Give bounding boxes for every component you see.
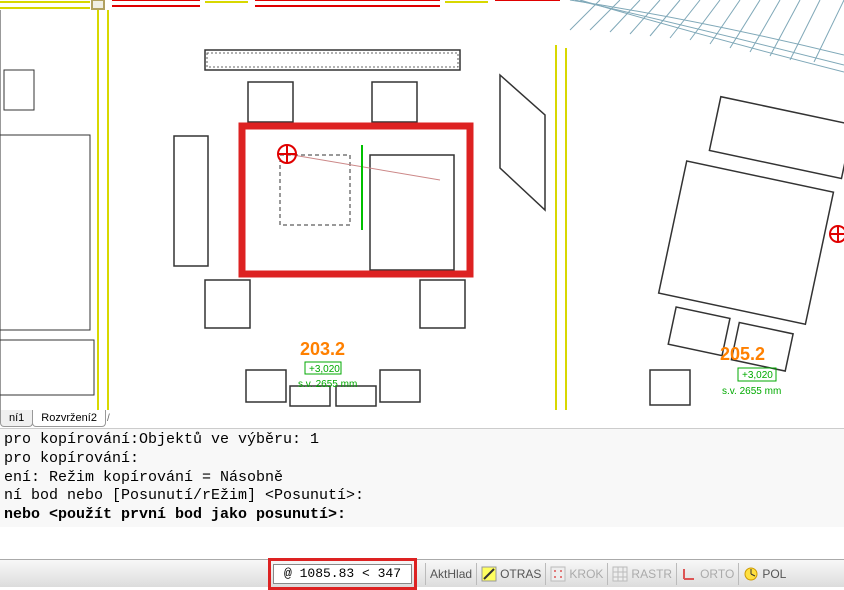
status-label: RASTR bbox=[631, 567, 672, 581]
command-line: pro kopírování:Objektů ve výběru: 1 bbox=[4, 431, 840, 450]
status-krok[interactable]: KROK bbox=[545, 563, 607, 585]
grid-icon bbox=[612, 566, 628, 582]
status-label: ORTO bbox=[700, 567, 734, 581]
selection-highlight bbox=[242, 126, 470, 274]
room-label-205: 205.2 bbox=[720, 344, 765, 364]
ortho-icon bbox=[681, 566, 697, 582]
status-label: POL bbox=[762, 567, 786, 581]
status-rastr[interactable]: RASTR bbox=[607, 563, 676, 585]
drawing-canvas[interactable]: 203.2 +3,020 s.v. 2655 mm 205.2 +3,020 s… bbox=[0, 0, 844, 410]
room-label-203: 203.2 bbox=[300, 339, 345, 359]
status-orto[interactable]: ORTO bbox=[676, 563, 738, 585]
polar-icon bbox=[743, 566, 759, 582]
command-history: pro kopírování:Objektů ve výběru: 1 pro … bbox=[0, 428, 844, 527]
grid-dots-icon bbox=[550, 566, 566, 582]
layout-tabs: ní1 Rozvržení2 / bbox=[0, 408, 110, 428]
coord-input[interactable]: @ 1085.83 < 347 bbox=[273, 564, 412, 584]
status-akthlad[interactable]: AktHlad bbox=[425, 563, 476, 585]
room-dim-bottom-205: s.v. 2655 mm bbox=[722, 386, 781, 397]
command-prompt[interactable]: nebo <použít první bod jako posunutí>: bbox=[4, 506, 840, 525]
status-bar: @ 1085.83 < 347 AktHlad OTRAS KROK RASTR… bbox=[0, 559, 844, 587]
room-dim-top-203: +3,020 bbox=[309, 364, 340, 375]
pencil-icon bbox=[481, 566, 497, 582]
command-line: ení: Režim kopírování = Násobně bbox=[4, 469, 840, 488]
coord-input-highlight: @ 1085.83 < 347 bbox=[268, 558, 417, 590]
status-otras[interactable]: OTRAS bbox=[476, 563, 545, 585]
tab-layout1[interactable]: ní1 bbox=[0, 410, 33, 427]
status-label: OTRAS bbox=[500, 567, 541, 581]
command-line: pro kopírování: bbox=[4, 450, 840, 469]
room-dim-top-205: +3,020 bbox=[742, 370, 773, 381]
status-label: AktHlad bbox=[430, 567, 472, 581]
room-dim-bottom-203: s.v. 2655 mm bbox=[298, 379, 357, 390]
status-pol[interactable]: POL bbox=[738, 563, 790, 585]
tab-layout2[interactable]: Rozvržení2 bbox=[32, 410, 106, 427]
command-line: ní bod nebo [Posunutí/rEžim] <Posunutí>: bbox=[4, 487, 840, 506]
status-label: KROK bbox=[569, 567, 603, 581]
